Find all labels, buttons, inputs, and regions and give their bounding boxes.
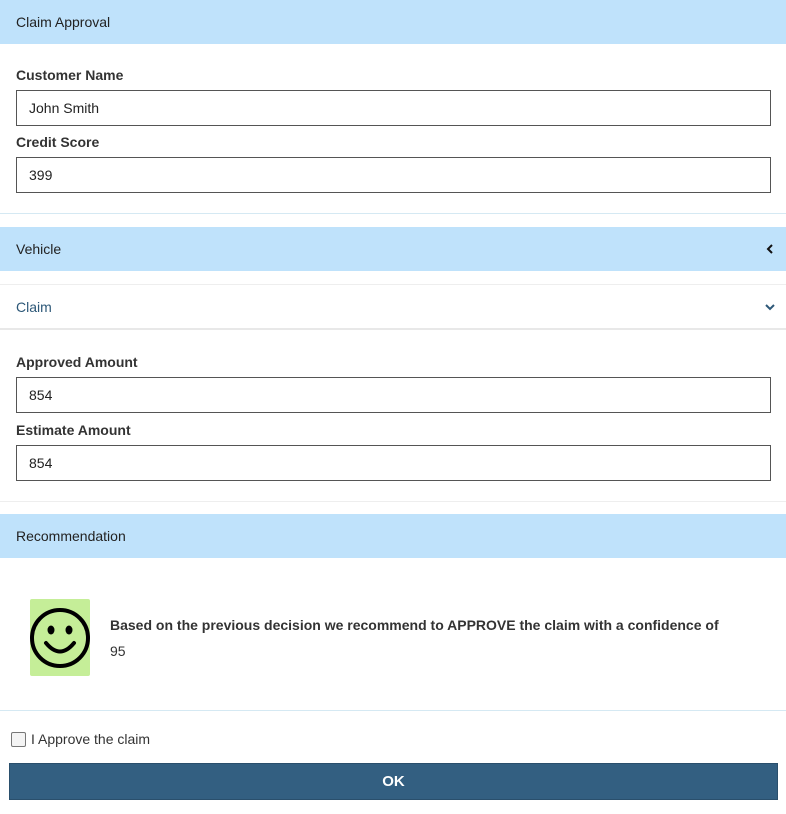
claim-approval-header: Claim Approval [0,0,786,44]
approve-checkbox-label[interactable]: I Approve the claim [31,731,150,747]
section-divider [0,213,786,214]
recommendation-text: Based on the previous decision we recomm… [110,617,719,633]
vehicle-section-header[interactable]: Vehicle [0,227,786,271]
estimate-amount-input[interactable] [16,445,771,481]
ok-button[interactable]: OK [9,763,778,800]
recommendation-confidence: 95 [110,643,126,659]
claim-section-header[interactable]: Claim [0,284,786,330]
section-divider [0,501,786,502]
recommendation-icon-box [30,599,90,676]
smiley-icon [30,607,90,668]
recommendation-header: Recommendation [0,514,786,558]
estimate-amount-label: Estimate Amount [16,422,131,438]
vehicle-title: Vehicle [16,241,62,257]
claim-title: Claim [16,298,52,315]
customer-name-input[interactable] [16,90,771,126]
recommendation-title: Recommendation [16,528,126,544]
approve-checkbox[interactable] [11,731,26,747]
credit-score-label: Credit Score [16,134,100,150]
approve-row: I Approve the claim [11,731,150,747]
chevron-down-icon [765,303,775,310]
approved-amount-input[interactable] [16,377,771,413]
credit-score-input[interactable] [16,157,771,193]
chevron-left-icon [766,244,773,254]
approved-amount-label: Approved Amount [16,354,138,370]
customer-name-label: Customer Name [16,67,124,83]
claim-approval-title: Claim Approval [16,14,111,30]
section-divider [0,710,786,711]
